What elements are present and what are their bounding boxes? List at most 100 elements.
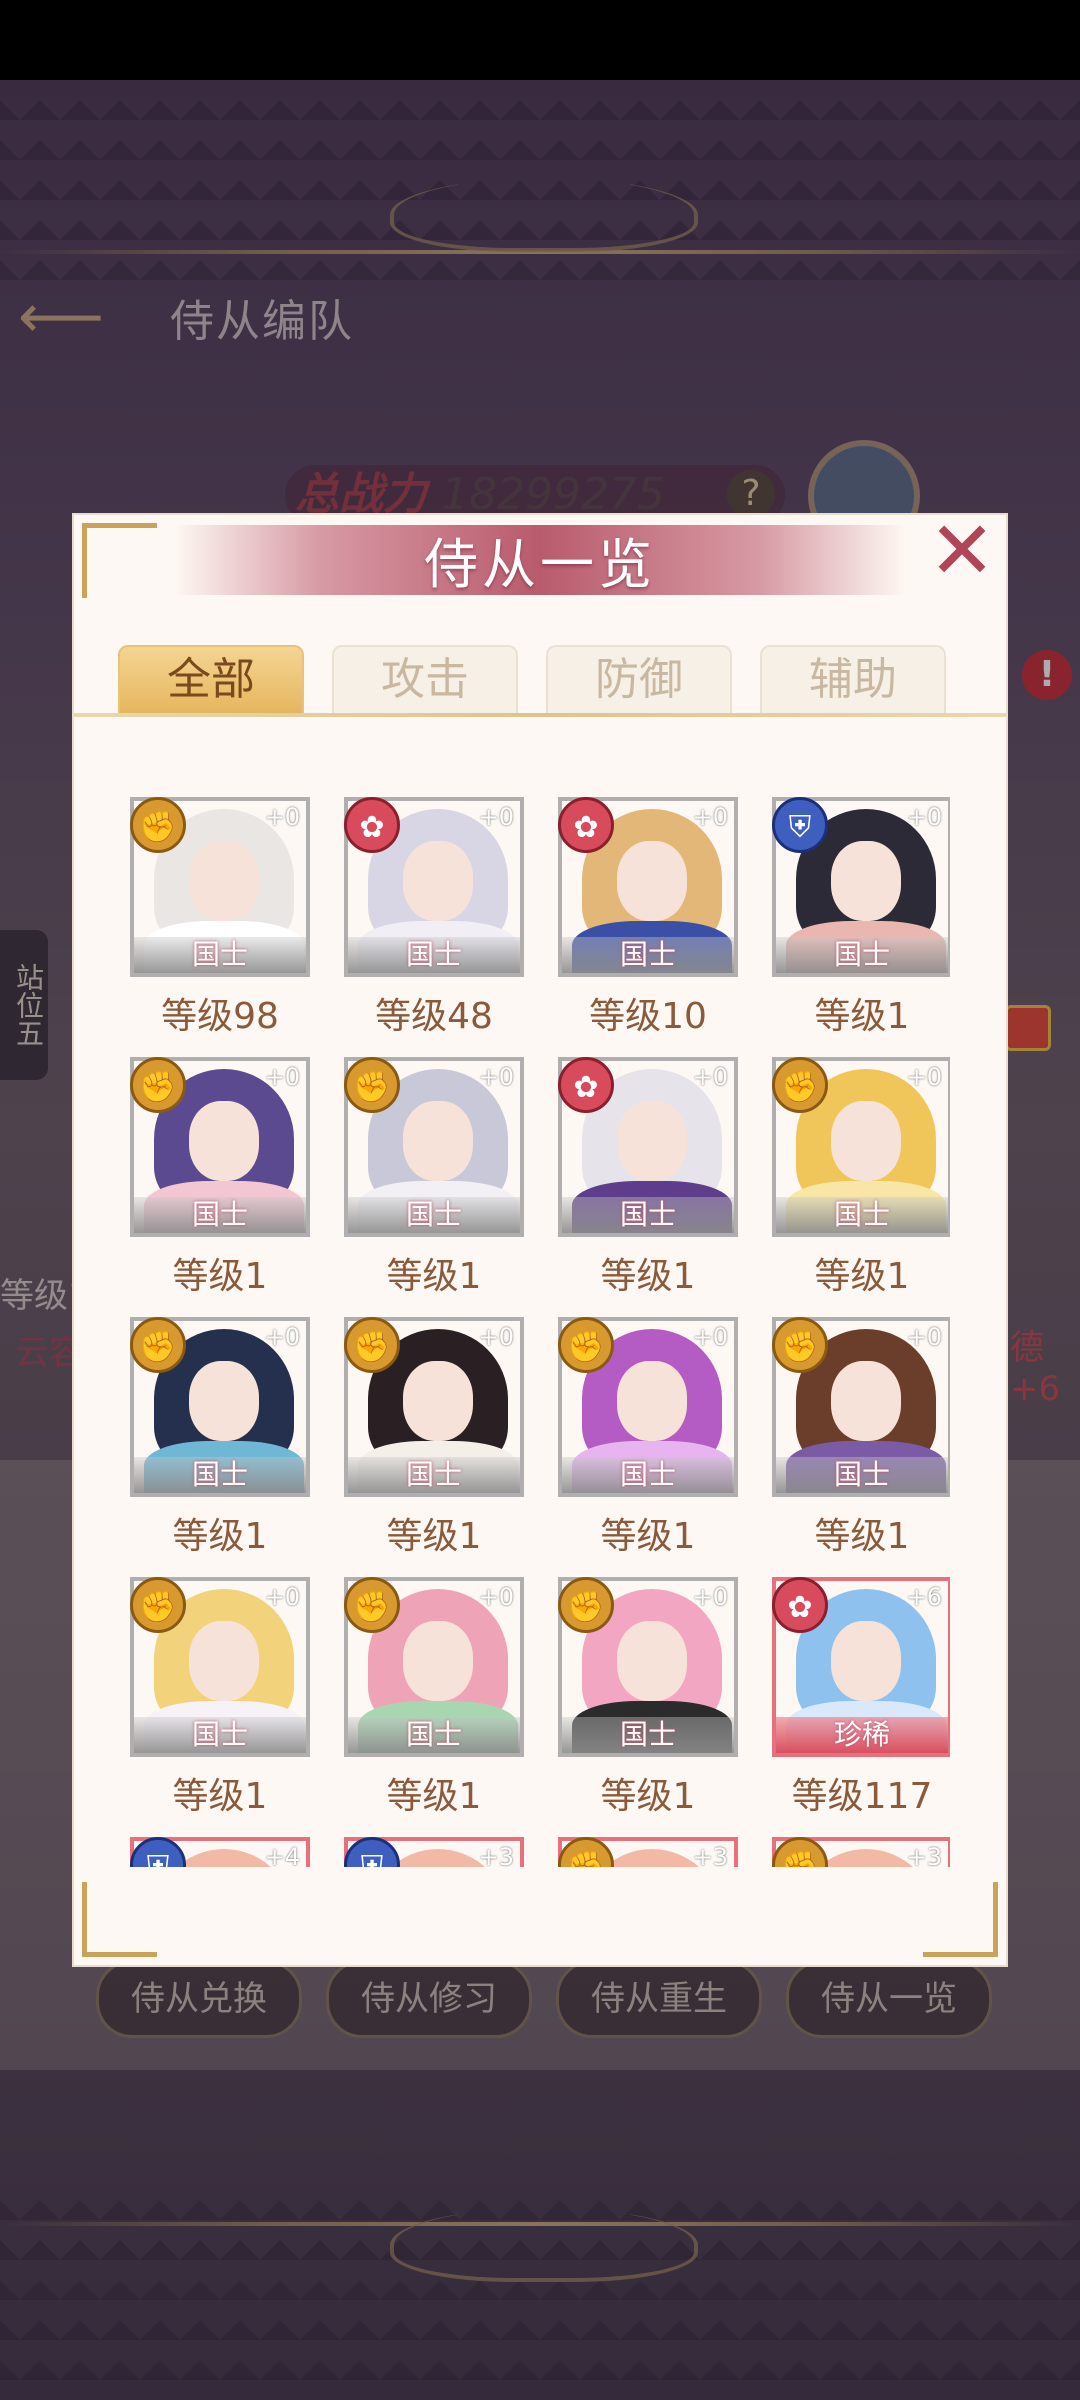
portrait-face [189, 1101, 259, 1181]
tab-underline [74, 713, 1006, 717]
attendant-level: 等级1 [600, 1516, 696, 1557]
attendant-card[interactable]: 国士 +0 ✊ 等级1 [130, 1317, 310, 1577]
portrait-face [617, 841, 687, 921]
attack-type-icon: ✊ [772, 1317, 828, 1373]
attack-type-icon: ✊ [772, 1057, 828, 1113]
tab-support[interactable]: 辅助 [760, 645, 946, 713]
attendant-card[interactable]: 国士 +0 ✊ 等级1 [344, 1057, 524, 1317]
attendant-level: 等级10 [589, 996, 707, 1037]
corner-ornament [923, 1882, 998, 1957]
rarity-label: 国士 [562, 937, 734, 973]
enhance-level: +0 [478, 1583, 514, 1611]
attendant-level: 等级1 [600, 1256, 696, 1297]
attendant-card[interactable]: 国士 +0 ⛨ 等级1 [772, 797, 950, 1057]
rarity-label: 国士 [348, 937, 520, 973]
enhance-level: +0 [264, 1323, 300, 1351]
enhance-level: +3 [478, 1843, 514, 1867]
tab-bar: 全部 攻击 防御 辅助 [118, 645, 968, 715]
enhance-level: +0 [264, 803, 300, 831]
rarity-label: 珍稀 [776, 1717, 948, 1753]
attendant-card[interactable]: +3✊ [558, 1837, 738, 1867]
rarity-label: 国士 [562, 1197, 734, 1233]
attendant-level: 等级1 [814, 996, 910, 1037]
enhance-level: +0 [478, 1063, 514, 1091]
corner-ornament [82, 523, 157, 598]
rarity-label: 国士 [134, 1717, 306, 1753]
attendant-card[interactable]: +4⛨ [130, 1837, 310, 1867]
enhance-level: +0 [264, 1583, 300, 1611]
attendant-level: 等级1 [386, 1516, 482, 1557]
portrait-face [403, 1101, 473, 1181]
attendant-card[interactable]: 珍稀 +6 ✿ 等级117 [772, 1577, 950, 1837]
rarity-label: 国士 [348, 1717, 520, 1753]
support-type-icon: ✿ [344, 797, 400, 853]
portrait-face [189, 841, 259, 921]
support-type-icon: ✿ [558, 1057, 614, 1113]
attendant-level: 等级117 [791, 1776, 933, 1817]
rarity-label: 国士 [776, 937, 948, 973]
attendant-level: 等级98 [161, 996, 279, 1037]
tab-all[interactable]: 全部 [118, 645, 304, 713]
portrait-face [831, 1361, 901, 1441]
portrait-face [617, 1101, 687, 1181]
attendant-card[interactable]: 国士 +0 ✿ 等级10 [558, 797, 738, 1057]
attendant-card[interactable]: 国士 +0 ✿ 等级1 [558, 1057, 738, 1317]
attack-type-icon: ✊ [558, 1317, 614, 1373]
enhance-level: +0 [692, 1063, 728, 1091]
attendant-card[interactable]: 国士 +0 ✊ 等级98 [130, 797, 310, 1057]
portrait-face [831, 841, 901, 921]
corner-ornament [82, 1882, 157, 1957]
close-icon[interactable]: ✕ [922, 511, 1002, 591]
rarity-label: 国士 [776, 1457, 948, 1493]
enhance-level: +3 [692, 1843, 728, 1867]
attendant-card[interactable]: 国士 +0 ✿ 等级48 [344, 797, 524, 1057]
attendant-card[interactable]: 国士 +0 ✊ 等级1 [130, 1577, 310, 1837]
tab-defense[interactable]: 防御 [546, 645, 732, 713]
enhance-level: +0 [478, 803, 514, 831]
attendant-level: 等级1 [172, 1256, 268, 1297]
attack-type-icon: ✊ [130, 797, 186, 853]
attendant-card[interactable]: 国士 +0 ✊ 等级1 [130, 1057, 310, 1317]
tab-attack[interactable]: 攻击 [332, 645, 518, 713]
defense-type-icon: ⛨ [772, 797, 828, 853]
attendant-level: 等级1 [172, 1516, 268, 1557]
rarity-label: 国士 [348, 1197, 520, 1233]
attendant-card[interactable]: 国士 +0 ✊ 等级1 [558, 1577, 738, 1837]
attendant-card[interactable]: +3✊ [772, 1837, 950, 1867]
attendant-overview-modal: 侍从一览 ✕ 全部 攻击 防御 辅助 国士 +0 ✊ 等级98 国士 +0 ✿ 等级48 国士 +… [74, 511, 1006, 1965]
attendant-card[interactable]: 国士 +0 ✊ 等级1 [772, 1057, 950, 1317]
portrait-face [189, 1361, 259, 1441]
enhance-level: +0 [906, 1323, 942, 1351]
attendant-card[interactable]: 国士 +0 ✊ 等级1 [344, 1317, 524, 1577]
portrait-face [617, 1361, 687, 1441]
rarity-label: 国士 [134, 937, 306, 973]
attack-type-icon: ✊ [130, 1057, 186, 1113]
enhance-level: +0 [478, 1323, 514, 1351]
attendant-level: 等级1 [814, 1256, 910, 1297]
portrait-face [617, 1621, 687, 1701]
attack-type-icon: ✊ [130, 1317, 186, 1373]
rarity-label: 国士 [348, 1457, 520, 1493]
enhance-level: +6 [906, 1583, 942, 1611]
attendant-card[interactable]: 国士 +0 ✊ 等级1 [344, 1577, 524, 1837]
rarity-label: 国士 [562, 1457, 734, 1493]
rarity-label: 国士 [562, 1717, 734, 1753]
attack-type-icon: ✊ [344, 1317, 400, 1373]
attendant-card[interactable]: 国士 +0 ✊ 等级1 [558, 1317, 738, 1577]
attack-type-icon: ✊ [130, 1577, 186, 1633]
attendant-level: 等级48 [375, 996, 493, 1037]
status-bar [0, 0, 1080, 80]
enhance-level: +0 [692, 1323, 728, 1351]
attendant-card[interactable]: 国士 +0 ✊ 等级1 [772, 1317, 950, 1577]
portrait-face [403, 1361, 473, 1441]
attack-type-icon: ✊ [558, 1577, 614, 1633]
attendant-card[interactable]: +3⛨ [344, 1837, 524, 1867]
rarity-label: 国士 [134, 1457, 306, 1493]
enhance-level: +4 [264, 1843, 300, 1867]
enhance-level: +0 [264, 1063, 300, 1091]
rarity-label: 国士 [134, 1197, 306, 1233]
attendant-level: 等级1 [814, 1516, 910, 1557]
rarity-label: 国士 [776, 1197, 948, 1233]
portrait-face [831, 1621, 901, 1701]
attack-type-icon: ✊ [344, 1577, 400, 1633]
